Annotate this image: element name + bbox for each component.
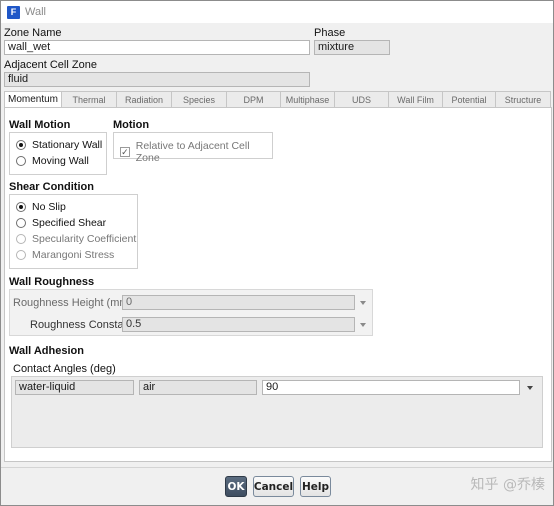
tab-multiphase[interactable]: Multiphase: [281, 91, 335, 108]
contact-angles-group: water-liquid air 90: [11, 376, 543, 448]
roughness-constant-label: Roughness Constant: [30, 319, 133, 331]
help-button[interactable]: Help: [300, 476, 331, 497]
motion-group: ✓ Relative to Adjacent Cell Zone: [113, 132, 273, 164]
cancel-button[interactable]: Cancel: [253, 476, 294, 497]
relative-to-adjacent-label: Relative to Adjacent Cell Zone: [135, 140, 250, 164]
shear-condition-title: Shear Condition: [9, 181, 94, 193]
shear-condition-group: No Slip Specified Shear Specularity Coef…: [9, 194, 138, 269]
title-bar: F Wall: [1, 1, 553, 23]
roughness-constant-field[interactable]: 0.5: [122, 317, 355, 332]
window-title: Wall: [25, 6, 46, 18]
marangoni-stress-radio: Marangoni Stress: [16, 249, 114, 261]
motion-title: Motion: [113, 119, 150, 131]
phase-label: Phase: [314, 27, 346, 39]
radio-selected-icon: [16, 202, 26, 212]
phase1-field: water-liquid: [15, 380, 134, 395]
adjacent-cell-zone-label: Adjacent Cell Zone: [4, 59, 97, 71]
roughness-height-field: 0: [122, 295, 355, 310]
watermark: 知乎 @乔楱: [470, 477, 545, 493]
contact-angles-label: Contact Angles (deg): [13, 363, 116, 375]
momentum-panel: Wall Motion Stationary Wall Moving Wall …: [4, 107, 552, 462]
moving-wall-radio[interactable]: Moving Wall: [16, 155, 89, 167]
relative-to-adjacent-checkbox[interactable]: ✓ Relative to Adjacent Cell Zone: [120, 140, 272, 164]
tab-uds[interactable]: UDS: [335, 91, 389, 108]
radio-unselected-icon: [16, 218, 26, 228]
radio-disabled-icon: [16, 234, 26, 244]
checkbox-checked-icon: ✓: [120, 147, 130, 157]
radio-unselected-icon: [16, 156, 26, 166]
zone-name-input[interactable]: wall_wet: [4, 40, 310, 55]
tab-radiation[interactable]: Radiation: [117, 91, 172, 108]
contact-angle-input[interactable]: 90: [262, 380, 520, 395]
footer-divider: [1, 467, 553, 468]
moving-wall-label: Moving Wall: [32, 155, 89, 167]
radio-disabled-icon: [16, 250, 26, 260]
wall-motion-title: Wall Motion: [9, 119, 71, 131]
radio-selected-icon: [16, 140, 26, 150]
adjacent-cell-zone-field: fluid: [4, 72, 310, 87]
marangoni-stress-label: Marangoni Stress: [32, 249, 115, 261]
stationary-wall-label: Stationary Wall: [32, 139, 103, 151]
roughness-height-label: Roughness Height (mm): [13, 297, 133, 309]
tab-momentum[interactable]: Momentum: [4, 91, 62, 108]
wall-motion-group: Stationary Wall Moving Wall: [9, 132, 107, 175]
tab-potential[interactable]: Potential: [443, 91, 496, 108]
tab-structure[interactable]: Structure: [496, 91, 551, 108]
tab-wall-film[interactable]: Wall Film: [389, 91, 443, 108]
specularity-coefficient-label: Specularity Coefficient: [32, 233, 137, 245]
chevron-down-icon[interactable]: [360, 323, 366, 327]
stationary-wall-radio[interactable]: Stationary Wall: [16, 139, 102, 151]
no-slip-label: No Slip: [32, 201, 66, 213]
tab-bar: Momentum Thermal Radiation Species DPM M…: [4, 91, 552, 108]
tab-dpm[interactable]: DPM: [227, 91, 281, 108]
phase2-field: air: [139, 380, 257, 395]
specified-shear-radio[interactable]: Specified Shear: [16, 217, 106, 229]
chevron-down-icon[interactable]: [527, 386, 533, 390]
ok-button[interactable]: OK: [225, 476, 247, 497]
chevron-down-icon: [360, 301, 366, 305]
phase-field: mixture: [314, 40, 390, 55]
app-icon: F: [7, 5, 20, 19]
tab-thermal[interactable]: Thermal: [62, 91, 117, 108]
no-slip-radio[interactable]: No Slip: [16, 201, 66, 213]
specified-shear-label: Specified Shear: [32, 217, 107, 229]
wall-roughness-title: Wall Roughness: [9, 276, 95, 288]
wall-roughness-group: Roughness Height (mm) 0 Roughness Consta…: [9, 289, 373, 336]
tab-species[interactable]: Species: [172, 91, 227, 108]
wall-dialog: F Wall Zone Name wall_wet Phase mixture …: [0, 0, 554, 506]
zone-name-label: Zone Name: [4, 27, 62, 39]
wall-adhesion-title: Wall Adhesion: [9, 345, 84, 357]
specularity-coefficient-radio: Specularity Coefficient: [16, 233, 136, 245]
